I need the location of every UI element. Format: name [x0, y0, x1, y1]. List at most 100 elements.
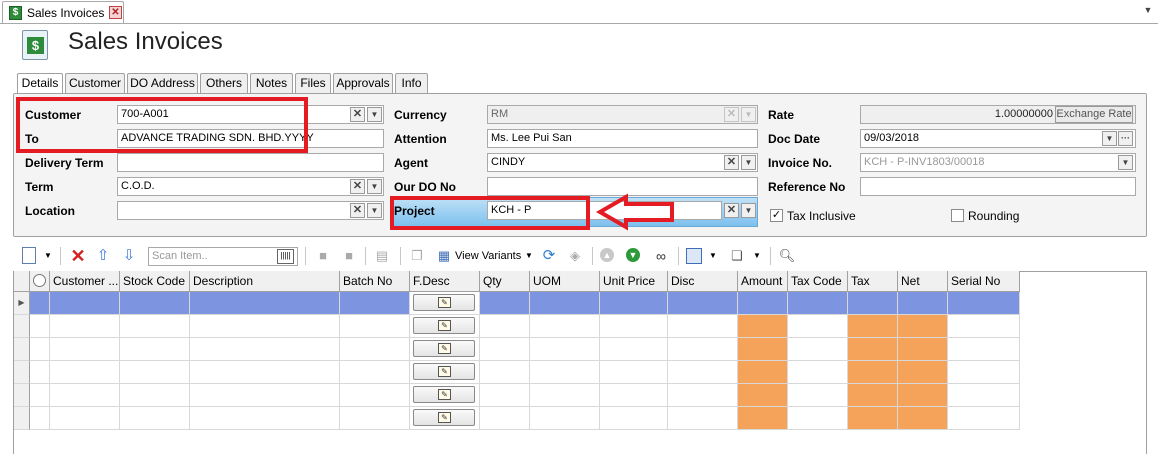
table-row-cell[interactable] [340, 384, 410, 407]
table-row-cell[interactable] [948, 361, 1020, 384]
binoculars-icon[interactable]: ∞ [651, 247, 671, 265]
table-row-cell[interactable] [600, 407, 668, 430]
edit-description-button[interactable]: ✎ [413, 294, 475, 311]
row-indicator[interactable] [14, 384, 30, 407]
table-row-cell[interactable] [530, 338, 600, 361]
row-indicator[interactable] [14, 361, 30, 384]
table-row-cell[interactable] [600, 315, 668, 338]
grid-header-amount[interactable]: Amount [738, 271, 788, 292]
term-field[interactable]: C.O.D. [117, 177, 384, 196]
chevron-down-icon[interactable]: ▼ [367, 179, 382, 194]
table-row-cell[interactable] [948, 315, 1020, 338]
table-row-cell[interactable] [898, 338, 948, 361]
table-row-cell[interactable] [190, 384, 340, 407]
table-row-cell[interactable] [30, 384, 50, 407]
ellipsis-icon[interactable]: ··· [1118, 131, 1133, 146]
table-row-cell[interactable] [848, 292, 898, 315]
edit-description-button[interactable]: ✎ [413, 317, 475, 334]
table-row-cell[interactable] [788, 338, 848, 361]
save-dropdown-icon[interactable]: ▼ [708, 247, 718, 265]
invoice-no-field[interactable]: KCH - P-INV1803/00018 [860, 153, 1136, 172]
row-indicator[interactable] [14, 315, 30, 338]
table-row-cell[interactable] [600, 292, 668, 315]
table-row-cell[interactable] [848, 384, 898, 407]
table-row-cell[interactable] [120, 384, 190, 407]
table-row-cell[interactable] [788, 292, 848, 315]
grid-header-f-desc[interactable]: F.Desc [410, 271, 480, 292]
calendar-dropdown-icon[interactable]: ▼ [1102, 131, 1117, 146]
row-indicator[interactable]: ▶ [14, 292, 30, 315]
chevron-down-icon[interactable]: ▼ [367, 107, 382, 122]
row-indicator[interactable] [14, 338, 30, 361]
table-row-cell[interactable] [30, 361, 50, 384]
refresh-icon[interactable]: ⟳ [540, 247, 558, 265]
tab-customer[interactable]: Customer [65, 73, 125, 94]
edit-description-button[interactable]: ✎ [413, 363, 475, 380]
location-field[interactable] [117, 201, 384, 220]
table-row-cell[interactable] [848, 338, 898, 361]
clipboard-dropdown-icon[interactable]: ▼ [752, 247, 762, 265]
table-row-cell[interactable] [530, 407, 600, 430]
table-row-cell[interactable] [30, 407, 50, 430]
table-row-cell[interactable] [668, 384, 738, 407]
view-variants-button[interactable]: View Variants [455, 247, 535, 265]
new-item-icon[interactable] [22, 247, 36, 264]
tab-files[interactable]: Files [295, 73, 331, 94]
agent-field[interactable]: CINDY [487, 153, 758, 172]
grid-header-disc[interactable]: Disc [668, 271, 738, 292]
grid-header-customer[interactable]: Customer ... [50, 271, 120, 292]
row-indicator[interactable] [14, 407, 30, 430]
view-variants-icon[interactable]: ▦ [436, 247, 452, 265]
grid-header-unit-price[interactable]: Unit Price [600, 271, 668, 292]
table-row-cell[interactable] [948, 338, 1020, 361]
table-row-cell[interactable] [600, 361, 668, 384]
tax-inclusive-checkbox[interactable]: ✓ [770, 209, 783, 222]
clear-icon[interactable]: ✕ [724, 203, 739, 218]
preview-search-icon[interactable]: 🔍︎ [778, 247, 796, 265]
table-row-cell[interactable] [668, 292, 738, 315]
table-row-cell[interactable] [190, 338, 340, 361]
grid-header-batch-no[interactable]: Batch No [340, 271, 410, 292]
currency-field[interactable]: RM [487, 105, 758, 124]
doc-date-field[interactable]: 09/03/2018 [860, 129, 1136, 148]
table-row-cell[interactable] [530, 292, 600, 315]
table-row-cell[interactable] [190, 292, 340, 315]
table-row-cell[interactable]: ✎ [410, 384, 480, 407]
table-row-cell[interactable]: ✎ [410, 407, 480, 430]
select-all-radio[interactable] [33, 274, 46, 287]
clipboard-icon[interactable]: ❏ [728, 247, 746, 265]
down-circle-icon[interactable]: ▼ [626, 248, 640, 262]
tab-approvals[interactable]: Approvals [333, 73, 393, 94]
tab-do-address[interactable]: DO Address [127, 73, 198, 94]
edit-description-button[interactable]: ✎ [413, 409, 475, 426]
table-row-cell[interactable] [340, 338, 410, 361]
table-row-cell[interactable] [480, 315, 530, 338]
table-row-cell[interactable] [480, 338, 530, 361]
table-row-cell[interactable] [948, 407, 1020, 430]
grid-header-net[interactable]: Net [898, 271, 948, 292]
rounding-checkbox[interactable] [951, 209, 964, 222]
grid-header-description[interactable]: Description [190, 271, 340, 292]
table-row-cell[interactable] [120, 292, 190, 315]
table-row-cell[interactable] [50, 315, 120, 338]
grid-header-qty[interactable]: Qty [480, 271, 530, 292]
table-row-cell[interactable] [480, 292, 530, 315]
table-row-cell[interactable] [340, 407, 410, 430]
table-row-cell[interactable] [738, 292, 788, 315]
table-row-cell[interactable] [848, 315, 898, 338]
table-row-cell[interactable] [530, 361, 600, 384]
table-row-cell[interactable] [788, 361, 848, 384]
move-down-icon[interactable]: ⇩ [120, 247, 138, 265]
table-row-cell[interactable] [668, 361, 738, 384]
chevron-down-icon[interactable]: ▼ [367, 203, 382, 218]
clear-icon[interactable]: ✕ [350, 179, 365, 194]
table-row-cell[interactable] [530, 315, 600, 338]
new-item-dropdown-icon[interactable]: ▼ [43, 247, 53, 265]
table-row-cell[interactable] [120, 407, 190, 430]
table-row-cell[interactable] [848, 407, 898, 430]
chevron-down-icon[interactable]: ▼ [1118, 155, 1133, 170]
table-row-cell[interactable] [898, 407, 948, 430]
view-variants-dropdown-icon[interactable]: ▼ [524, 247, 534, 265]
document-tab[interactable]: $ Sales Invoices ✕ [2, 1, 124, 23]
exchange-rate-button[interactable]: Exchange Rate [1055, 106, 1133, 123]
